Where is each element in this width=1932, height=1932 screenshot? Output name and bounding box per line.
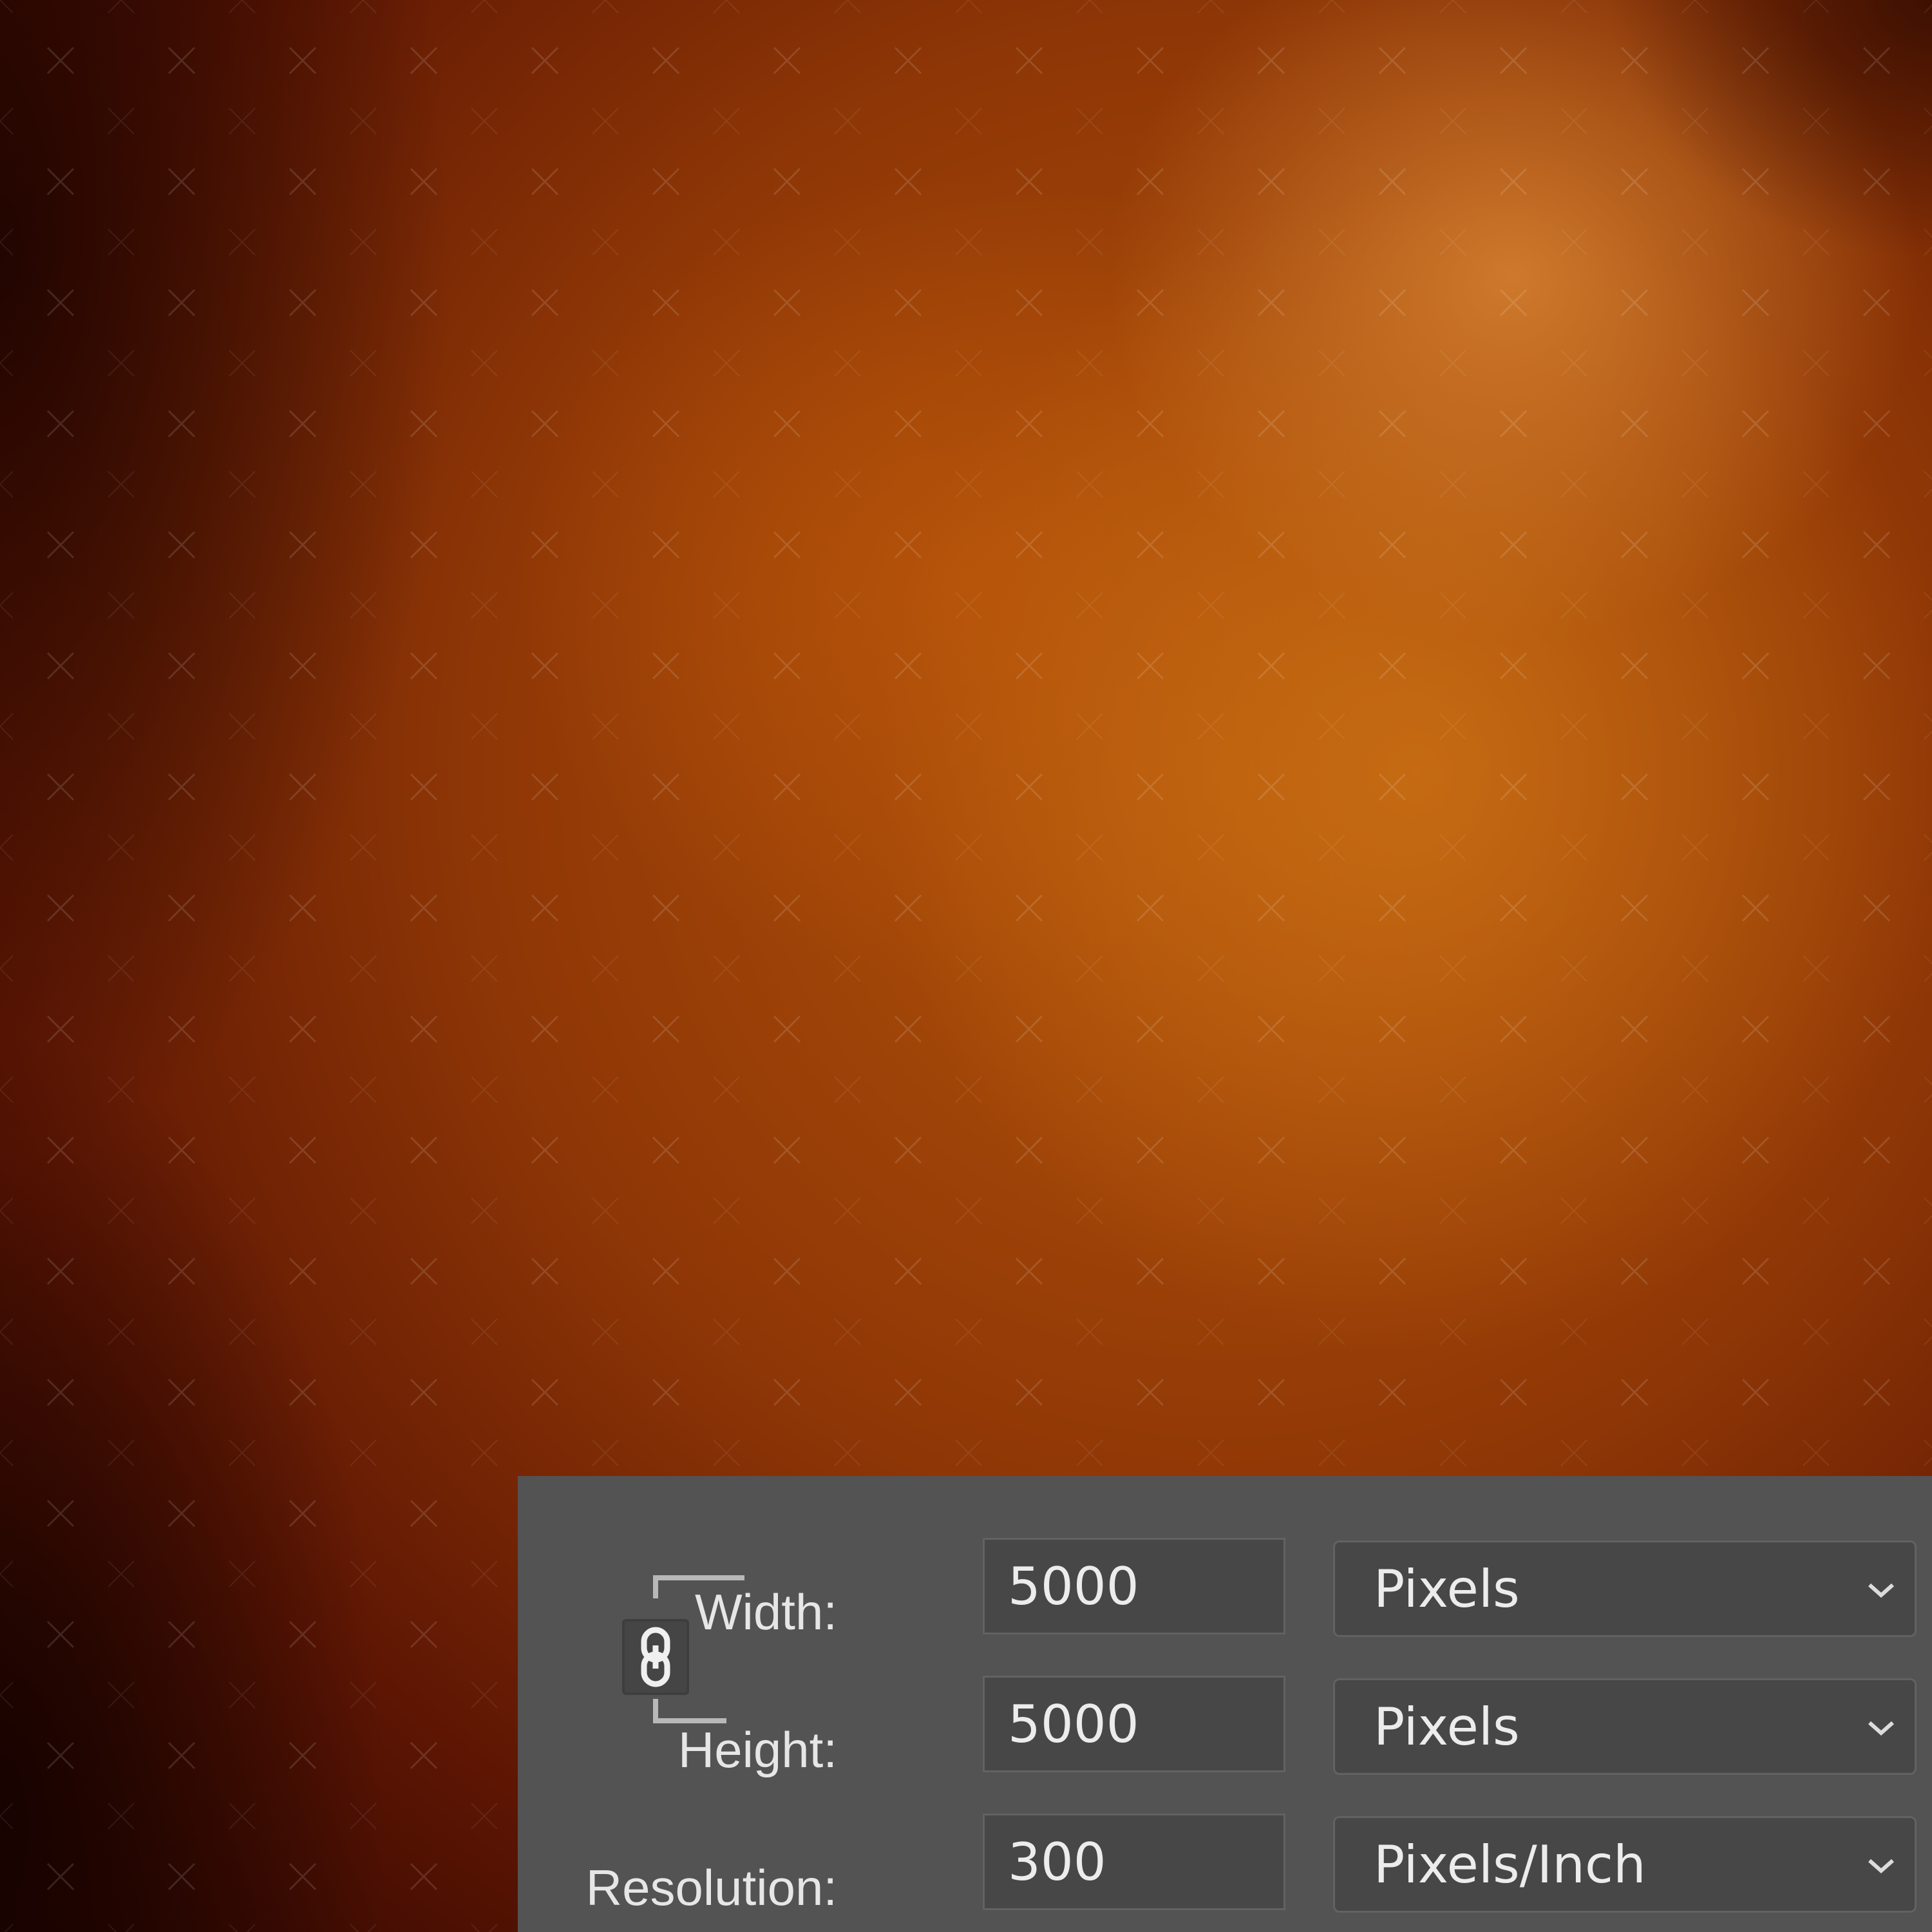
resolution-input[interactable]: 300 bbox=[983, 1814, 1285, 1910]
height-unit-value: Pixels bbox=[1374, 1696, 1520, 1757]
canvas-background: Width: 5000 Pixels Height: 5000 Pixels R… bbox=[0, 0, 1932, 1932]
width-unit-value: Pixels bbox=[1374, 1558, 1520, 1619]
width-label: Width: bbox=[694, 1584, 837, 1640]
chevron-down-icon bbox=[1868, 1583, 1894, 1598]
image-size-panel: Width: 5000 Pixels Height: 5000 Pixels R… bbox=[518, 1476, 1932, 1932]
width-unit-dropdown[interactable]: Pixels bbox=[1333, 1540, 1917, 1637]
height-input[interactable]: 5000 bbox=[983, 1676, 1285, 1772]
resolution-label: Resolution: bbox=[585, 1859, 837, 1916]
resolution-unit-dropdown[interactable]: Pixels/Inch bbox=[1333, 1816, 1917, 1913]
chain-link-icon bbox=[641, 1627, 670, 1687]
height-unit-dropdown[interactable]: Pixels bbox=[1333, 1678, 1917, 1775]
width-input[interactable]: 5000 bbox=[983, 1538, 1285, 1634]
chevron-down-icon bbox=[1868, 1721, 1894, 1736]
constrain-proportions-toggle[interactable] bbox=[622, 1619, 689, 1695]
resolution-unit-value: Pixels/Inch bbox=[1374, 1834, 1646, 1895]
chevron-down-icon bbox=[1868, 1859, 1894, 1874]
height-label: Height: bbox=[677, 1721, 837, 1778]
